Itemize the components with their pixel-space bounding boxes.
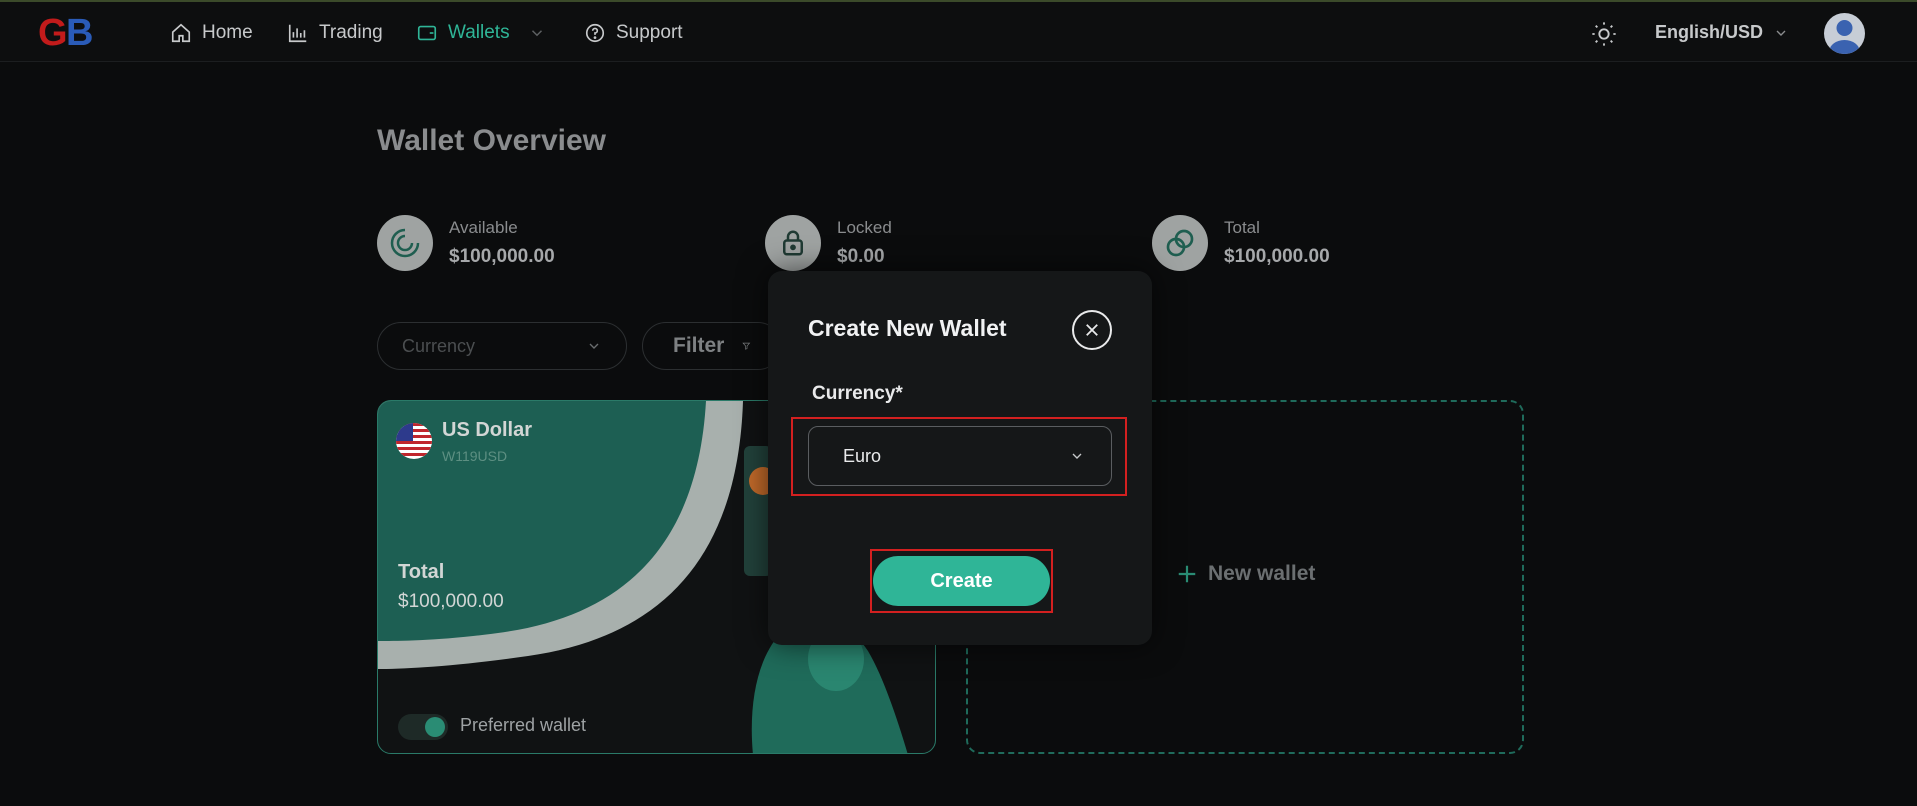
nav-support[interactable]: Support (584, 20, 683, 46)
chevron-down-icon (531, 30, 542, 37)
create-button[interactable]: Create (873, 556, 1050, 606)
total-value: $100,000.00 (1224, 246, 1330, 267)
sun-icon (1592, 22, 1616, 46)
stat-total: Total $100,000.00 (1152, 215, 1330, 271)
lock-icon (765, 215, 821, 271)
wallet-name: US Dollar (442, 419, 533, 441)
available-value: $100,000.00 (449, 246, 555, 267)
nav-trading[interactable]: Trading (287, 20, 383, 46)
create-wallet-modal: Create New Wallet Currency* Euro Create (768, 271, 1152, 645)
total-label: Total (1224, 218, 1260, 237)
available-icon (377, 215, 433, 271)
wallet-total-label: Total (398, 561, 445, 583)
new-wallet-label: New wallet (1208, 562, 1316, 585)
us-flag-icon (396, 423, 432, 459)
filter-icon (742, 342, 751, 350)
page-title: Wallet Overview (377, 124, 606, 157)
currency-select-value: Euro (843, 445, 882, 466)
chart-icon (288, 24, 307, 43)
language-label: English/USD (1655, 22, 1764, 42)
chevron-down-icon (589, 343, 599, 349)
chevron-down-icon (1776, 30, 1786, 36)
wallet-total-value: $100,000.00 (398, 591, 504, 612)
preferred-wallet-toggle[interactable] (398, 714, 448, 740)
toggle-knob (425, 717, 445, 737)
plus-icon (1178, 565, 1196, 583)
language-selector[interactable]: English/USD (1655, 22, 1789, 43)
currency-select[interactable]: Euro (808, 426, 1112, 486)
avatar[interactable] (1824, 13, 1865, 54)
close-button[interactable] (1072, 310, 1112, 350)
nav-wallets-label: Wallets (448, 22, 510, 43)
stat-available: Available $100,000.00 (377, 215, 555, 271)
available-label: Available (449, 218, 518, 237)
locked-value: $0.00 (837, 246, 885, 267)
filter-label: Filter (673, 334, 725, 357)
currency-filter-placeholder: Currency (402, 335, 476, 356)
new-wallet-button[interactable]: New wallet (1176, 562, 1315, 586)
wallet-code: W119USD (442, 448, 508, 464)
nav-trading-label: Trading (319, 22, 383, 43)
svg-text:B: B (66, 12, 93, 52)
modal-title: Create New Wallet (808, 315, 1007, 341)
theme-toggle[interactable] (1590, 20, 1618, 48)
chevron-down-icon (1072, 453, 1082, 459)
nav-home-label: Home (202, 22, 253, 43)
wallet-icon (417, 25, 437, 41)
user-icon (1829, 20, 1860, 54)
nav-wallets[interactable]: Wallets (416, 20, 546, 46)
svg-text:G: G (38, 12, 68, 52)
coins-icon (1152, 215, 1208, 271)
locked-label: Locked (837, 218, 892, 237)
nav-support-label: Support (616, 22, 683, 43)
gb-logo[interactable]: G B (38, 12, 102, 54)
stat-locked: Locked $0.00 (765, 215, 892, 271)
home-icon (171, 23, 191, 43)
filter-button[interactable]: Filter (642, 322, 782, 370)
help-icon (585, 23, 605, 43)
nav-home[interactable]: Home (170, 20, 253, 46)
preferred-wallet-label: Preferred wallet (460, 715, 587, 735)
close-icon (1086, 324, 1098, 336)
currency-filter-select[interactable]: Currency (377, 322, 627, 370)
top-nav: G B Home Trading Wallets Support English… (0, 0, 1917, 62)
currency-field-label: Currency* (812, 383, 903, 404)
